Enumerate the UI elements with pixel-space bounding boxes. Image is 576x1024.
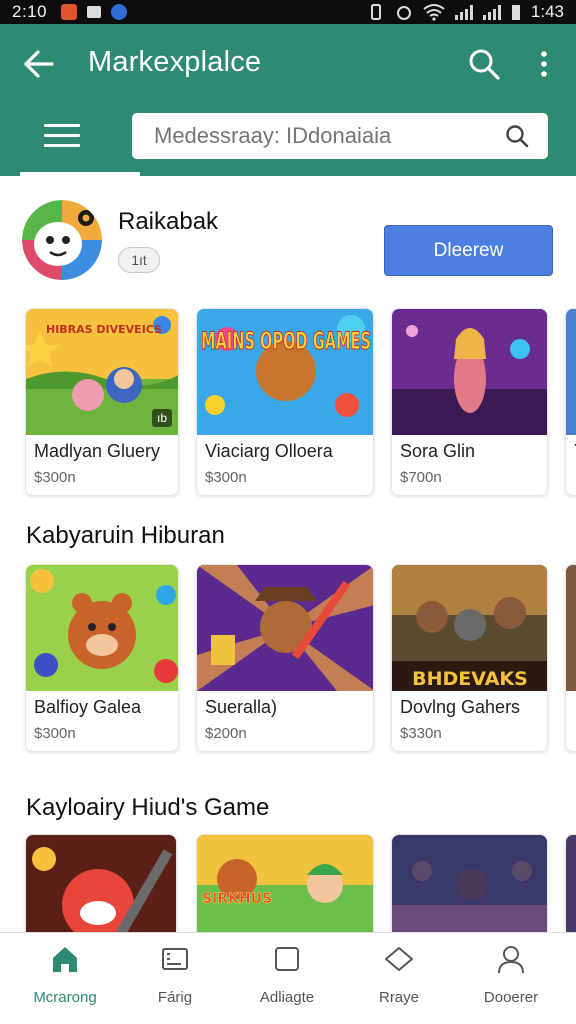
status-bar: 2:10 1:43	[0, 0, 576, 24]
game-card[interactable]	[565, 564, 576, 752]
signal-icon-2	[482, 4, 501, 20]
game-name: Madlyan Gluery	[34, 441, 161, 461]
game-name: Balfioy Galea	[34, 697, 142, 717]
vibrate-icon	[370, 4, 381, 20]
status-time: 2:10	[12, 2, 48, 21]
game-card[interactable]	[25, 834, 177, 932]
game-art-title: HIBRAS DIVEVEICS	[46, 323, 162, 336]
game-thumbnail	[26, 565, 178, 691]
game-thumbnail	[26, 835, 176, 932]
card-row-2: Balfioy Galea $300n Sueralla) $200n BHDE…	[0, 564, 576, 754]
battery-icon	[511, 5, 520, 20]
blue-app-icon	[111, 4, 128, 20]
active-tab-indicator	[20, 172, 140, 176]
nav-label: Fárig	[157, 989, 193, 1006]
game-card[interactable]: Sora Glin $700n	[391, 308, 548, 496]
mail-icon	[87, 6, 102, 18]
game-price: $300n	[34, 469, 76, 486]
game-art-title: MAINS OPOD GAMES	[201, 327, 371, 355]
game-price: $300n	[34, 725, 76, 742]
nav-item-cards[interactable]: Fárig	[120, 943, 230, 1013]
page-title: Markexplalce	[88, 46, 262, 78]
game-name: Sora Glin	[400, 441, 476, 461]
featured-app[interactable]: Raikabak 1ıt Dleerew	[0, 190, 576, 290]
notification-app-icon	[61, 4, 78, 20]
game-card[interactable]: SIRKHUS	[196, 834, 374, 932]
section-title: Kayloairy Hiud's Game	[26, 794, 270, 821]
game-art-title: SIRKHUS	[202, 891, 272, 907]
game-card[interactable]: Y	[565, 308, 576, 496]
wifi-icon	[423, 4, 445, 21]
nav-label: Mcrarong	[33, 989, 97, 1006]
game-card[interactable]: BHDEVAKS Dovlng Gahers $330n	[391, 564, 548, 752]
card-badge: ıb	[151, 409, 172, 427]
nav-label: Rraye	[378, 989, 419, 1006]
game-price: $700n	[400, 469, 442, 486]
nav-item-profile[interactable]: Dooerer	[456, 943, 566, 1013]
game-thumbnail	[197, 565, 373, 691]
game-name: Dovlng Gahers	[400, 697, 521, 717]
search-icon[interactable]	[466, 46, 502, 82]
nav-label: Dooerer	[483, 989, 539, 1006]
game-price: $330n	[400, 725, 442, 742]
card-row-1: HIBRAS DIVEVEICS ıb Madlyan Gluery $300n…	[0, 308, 576, 498]
search-field-icon[interactable]	[504, 123, 530, 149]
nav-item-diamond[interactable]: Rraye	[344, 943, 454, 1013]
menu-icon[interactable]	[44, 124, 80, 150]
game-card[interactable]	[391, 834, 548, 932]
search-input[interactable]	[154, 123, 504, 149]
bottom-navigation: Mcrarong Fárig Adliagte Rraye Dooerer	[0, 932, 576, 1024]
game-card[interactable]: HIBRAS DIVEVEICS ıb Madlyan Gluery $300n	[25, 308, 179, 496]
game-card[interactable]: Balfioy Galea $300n	[25, 564, 179, 752]
game-thumbnail	[392, 835, 547, 932]
back-arrow-icon[interactable]	[20, 48, 56, 80]
game-name: Viaciarg Olloera	[205, 441, 333, 461]
diamond-icon	[385, 947, 413, 971]
signal-icon	[454, 4, 473, 20]
game-card[interactable]: Sueralla) $200n	[196, 564, 374, 752]
person-icon	[498, 946, 524, 974]
game-thumbnail	[566, 565, 576, 691]
square-icon	[275, 947, 299, 971]
section-title: Kabyaruin Hiburan	[26, 522, 225, 549]
card-icon	[162, 948, 188, 970]
game-thumbnail	[566, 835, 576, 932]
game-name: Sueralla)	[205, 697, 278, 717]
game-card[interactable]	[565, 834, 576, 932]
game-thumbnail: MAINS OPOD GAMES	[197, 309, 373, 435]
game-art-title: BHDEVAKS	[412, 668, 528, 690]
featured-app-name: Raikabak	[118, 208, 219, 235]
game-price: $200n	[205, 725, 247, 742]
search-bar[interactable]	[132, 113, 548, 159]
nav-item-square[interactable]: Adliagte	[232, 943, 342, 1013]
game-thumbnail: SIRKHUS	[197, 835, 373, 932]
app-bar: Markexplalce	[0, 24, 576, 176]
card-row-3: SIRKHUS	[0, 834, 576, 932]
game-thumbnail	[392, 309, 547, 435]
home-icon	[53, 947, 77, 972]
nav-label: Adliagte	[259, 989, 315, 1006]
alarm-icon	[396, 6, 411, 20]
game-price: $300n	[205, 469, 247, 486]
nav-item-home[interactable]: Mcrarong	[10, 943, 120, 1013]
install-button[interactable]: Dleerew	[384, 225, 553, 276]
status-clock-right: 1:43	[530, 2, 564, 21]
game-card[interactable]: MAINS OPOD GAMES Viaciarg Olloera $300n	[196, 308, 374, 496]
more-vert-icon[interactable]	[530, 48, 558, 80]
featured-chip: 1ıt	[118, 247, 160, 273]
game-thumbnail: BHDEVAKS	[392, 565, 547, 691]
game-thumbnail	[566, 309, 576, 435]
avatar	[22, 200, 102, 280]
